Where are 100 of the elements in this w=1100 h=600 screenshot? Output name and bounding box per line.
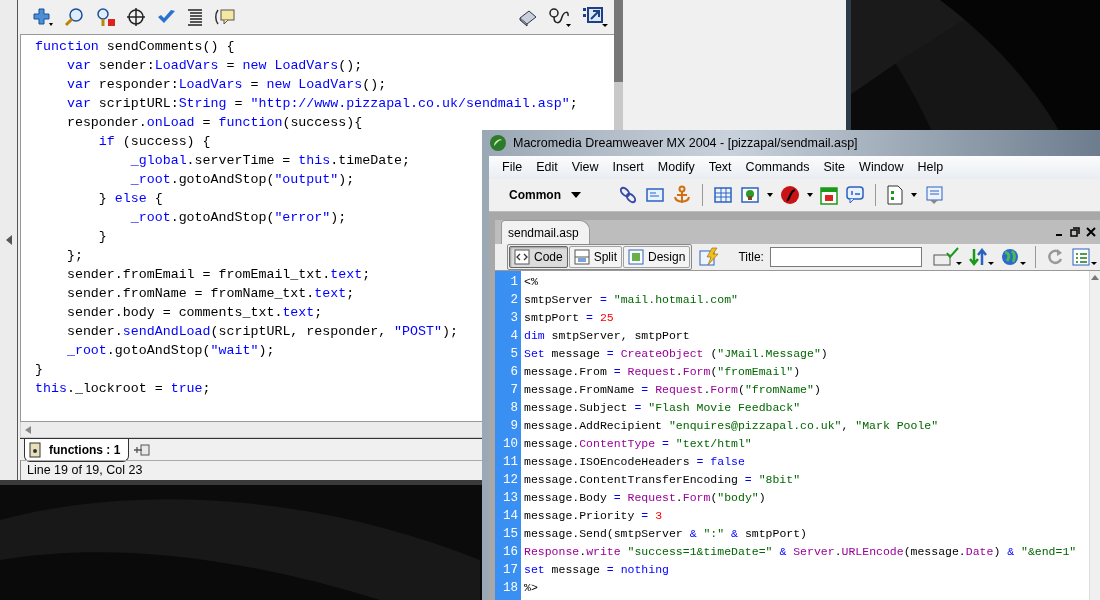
line-number: 16 <box>502 544 519 561</box>
code-line: sender.body = comments_txt.text; <box>65 304 323 322</box>
design-view-icon <box>628 249 645 265</box>
live-data-icon[interactable] <box>698 247 721 267</box>
code-line: this._lockroot = true; <box>35 380 211 398</box>
caret-icon[interactable] <box>767 193 773 197</box>
line-number: 18 <box>502 580 519 597</box>
crosshair-icon[interactable] <box>126 7 146 27</box>
code-view-icon <box>514 249 530 265</box>
email-icon[interactable] <box>645 185 665 205</box>
window-title: Macromedia Dreamweaver MX 2004 - [pizzapal/sendmail.asp] <box>513 134 858 152</box>
title-field[interactable] <box>769 247 922 267</box>
view-button[interactable]: Split <box>568 246 623 268</box>
scrollbar[interactable] <box>614 0 623 130</box>
code-line: message.ContentType = "text/html" <box>524 436 752 452</box>
template-icon[interactable] <box>924 185 944 205</box>
add-icon[interactable] <box>32 7 54 27</box>
flash-icon[interactable] <box>780 185 800 205</box>
code-line: }; <box>65 247 83 265</box>
expand-icon[interactable] <box>582 6 608 28</box>
caret-icon[interactable] <box>911 193 917 197</box>
code-line: responder.onLoad = function(success){ <box>65 114 363 132</box>
code-line: message.Body = Request.Form("body") <box>524 490 766 506</box>
code-line: smtpServer = "mail.hotmail.com" <box>524 292 738 308</box>
line-number: 1 <box>509 274 519 291</box>
debug-icon[interactable] <box>548 7 572 27</box>
line-number: 5 <box>509 346 519 363</box>
code-line: message.Send(smtpServer & ":" & smtpPort) <box>524 526 807 542</box>
code-line: if (success) { <box>97 133 211 151</box>
document-tab[interactable]: sendmail.asp <box>501 220 590 244</box>
calendar-icon[interactable] <box>820 185 838 205</box>
line-number: 8 <box>509 400 519 417</box>
table-icon[interactable] <box>713 185 733 205</box>
menu-item[interactable]: Edit <box>529 158 565 177</box>
line-number: 15 <box>502 526 519 543</box>
file-transfer-icon[interactable] <box>967 247 994 267</box>
anchor-icon[interactable] <box>672 185 692 205</box>
find-icon[interactable] <box>64 7 84 27</box>
code-line: set message = nothing <box>524 562 669 578</box>
menu-item[interactable]: Insert <box>605 158 651 177</box>
menu-item[interactable]: Help <box>910 158 951 177</box>
split-view-icon <box>573 249 590 265</box>
code-line: _global.serverTime = this.timeDate; <box>129 152 411 170</box>
menu-item[interactable]: Site <box>816 158 853 177</box>
line-number: 2 <box>509 292 519 309</box>
caret-icon <box>571 192 581 198</box>
view-options-icon[interactable] <box>1070 247 1097 267</box>
line-number: 17 <box>502 562 519 579</box>
script-tab[interactable]: functions : 1 <box>24 439 130 462</box>
category-dropdown[interactable]: Common <box>509 186 581 204</box>
line-number: 7 <box>509 382 519 399</box>
image-icon[interactable] <box>740 185 760 205</box>
code-line: message.Subject = "Flash Movie Feedback" <box>524 400 801 416</box>
close-icon[interactable] <box>1086 227 1096 237</box>
code-line: message.Priority = 3 <box>524 508 663 524</box>
title-label: Title: <box>738 249 764 266</box>
pin-icon[interactable] <box>133 443 152 457</box>
comment-icon[interactable] <box>845 185 865 205</box>
view-button[interactable]: Code <box>509 246 568 268</box>
code-line: var responder:LoadVars = new LoadVars(); <box>65 76 387 94</box>
document-icon[interactable] <box>886 185 904 205</box>
menu-item[interactable]: Modify <box>650 158 702 177</box>
code-line: smtpPort = 25 <box>524 310 614 326</box>
splitter-arrow-icon[interactable] <box>5 235 12 245</box>
scroll-up-icon[interactable] <box>1091 275 1099 280</box>
code-line: sender.sendAndLoad(scriptURL, responder, "POST"); <box>65 323 458 341</box>
line-number: 6 <box>509 364 519 381</box>
code-line: %> <box>524 580 538 596</box>
script-file-icon <box>29 442 41 458</box>
line-number: 13 <box>502 490 519 507</box>
code-line: sender.fromEmail = fromEmail_txt.text; <box>65 266 371 284</box>
code-line: _root.gotoAndStop("wait"); <box>65 342 275 360</box>
line-number: 10 <box>502 436 519 453</box>
line-number: 4 <box>509 328 519 345</box>
code-line: _root.gotoAndStop("error"); <box>129 209 347 227</box>
format-icon[interactable] <box>186 8 204 26</box>
menu-item[interactable]: Commands <box>738 158 817 177</box>
code-line: <% <box>524 274 538 290</box>
code-line: message.FromName = Request.Form("fromName") <box>524 382 821 398</box>
code-line: Response.write "success=1&timeDate=" & Server.URLEncode(message.Date) & "&end=1" <box>524 544 1077 560</box>
menu-item[interactable]: Window <box>852 158 911 177</box>
menu-item[interactable]: Text <box>701 158 739 177</box>
view-button[interactable]: Design <box>623 246 691 268</box>
caret-icon[interactable] <box>807 193 813 197</box>
globe-icon[interactable] <box>999 247 1026 267</box>
hyperlink-icon[interactable] <box>618 185 638 205</box>
restore-icon[interactable] <box>1070 227 1080 237</box>
code-line: message.From = Request.Form("fromEmail") <box>524 364 801 380</box>
line-number: 9 <box>509 418 519 435</box>
replace-icon[interactable] <box>94 7 116 27</box>
validate-icon[interactable] <box>931 247 962 267</box>
menu-item[interactable]: View <box>564 158 606 177</box>
line-number: 3 <box>509 310 519 327</box>
code-line: } <box>97 228 107 246</box>
scroll-left-icon[interactable] <box>25 425 31 434</box>
comment-icon[interactable] <box>214 7 236 27</box>
code-line: message.AddRecipient "enquires@pizzapal.co.uk", "Mark Poole" <box>524 418 939 434</box>
menu-item[interactable]: File <box>495 158 530 177</box>
app-logo-icon <box>489 134 507 152</box>
code-line: _root.gotoAndStop("output"); <box>129 171 355 189</box>
